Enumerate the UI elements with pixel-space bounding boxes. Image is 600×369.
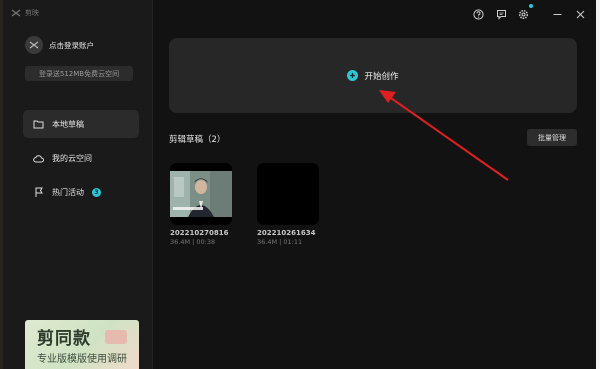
- sidebar-item-label: 本地草稿: [52, 119, 84, 129]
- ad-decoration: [105, 330, 127, 344]
- capcut-avatar-icon: [29, 41, 39, 49]
- plus-icon: [347, 70, 359, 81]
- feedback-icon[interactable]: [495, 8, 507, 20]
- cloud-icon: [33, 153, 44, 164]
- draft-thumbnail[interactable]: [170, 163, 232, 225]
- sidebar-item-hot-events[interactable]: 热门活动 3: [23, 178, 139, 206]
- avatar[interactable]: [25, 36, 43, 54]
- draft-meta: 36.4M | 00:38: [170, 238, 216, 246]
- sidebar-item-cloud-space[interactable]: 我的云空间: [23, 144, 139, 172]
- login-card: 点击登录账户 登录送512MB免费云空间: [25, 34, 137, 81]
- flag-icon: [33, 187, 44, 198]
- sidebar-item-local-drafts[interactable]: 本地草稿: [23, 110, 139, 138]
- draft-card[interactable]: 202210270816 36.4M | 00:38: [170, 163, 232, 246]
- sidebar: 剪映 点击登录账户 登录送512MB免费云空间 本地草稿 我的云空间 热门活动 …: [3, 0, 153, 369]
- sidebar-item-label: 我的云空间: [52, 153, 92, 163]
- draft-name: 202210261634: [257, 229, 316, 237]
- capcut-logo-icon: [11, 9, 21, 17]
- app-name: 剪映: [25, 9, 39, 17]
- settings-icon[interactable]: [517, 8, 529, 20]
- sidebar-item-label: 热门活动: [52, 187, 84, 197]
- login-button[interactable]: 点击登录账户: [25, 34, 137, 56]
- draft-card[interactable]: 202210261634 36.4M | 01:11: [257, 163, 319, 246]
- folder-icon: [33, 119, 44, 130]
- ad-title: 剪同款: [37, 329, 91, 349]
- video-frame-image: [170, 163, 232, 225]
- batch-manage-button[interactable]: 批量管理: [527, 129, 577, 146]
- draft-name: 202210270816: [170, 229, 229, 237]
- ad-subtitle: 专业版模版使用调研: [37, 354, 127, 365]
- login-label: 点击登录账户: [49, 40, 94, 50]
- app-window: 剪映 点击登录账户 登录送512MB免费云空间 本地草稿 我的云空间 热门活动 …: [3, 0, 596, 369]
- close-icon[interactable]: [574, 8, 586, 20]
- settings-notification-dot: [529, 4, 533, 8]
- cloud-promo-button[interactable]: 登录送512MB免费云空间: [25, 66, 133, 81]
- right-edge-strip: [596, 0, 600, 369]
- drafts-heading: 剪辑草稿（2）: [169, 135, 226, 145]
- draft-meta: 36.4M | 01:11: [257, 238, 303, 246]
- notification-badge: 3: [92, 187, 101, 197]
- ad-banner[interactable]: 剪同款 专业版模版使用调研: [25, 320, 139, 369]
- start-creation-label: 开始创作: [364, 71, 399, 82]
- minimize-icon[interactable]: [551, 8, 563, 20]
- help-icon[interactable]: [472, 8, 484, 20]
- start-creation-button[interactable]: 开始创作: [169, 38, 577, 113]
- draft-thumbnail[interactable]: [257, 163, 319, 225]
- app-logo: 剪映: [11, 8, 39, 18]
